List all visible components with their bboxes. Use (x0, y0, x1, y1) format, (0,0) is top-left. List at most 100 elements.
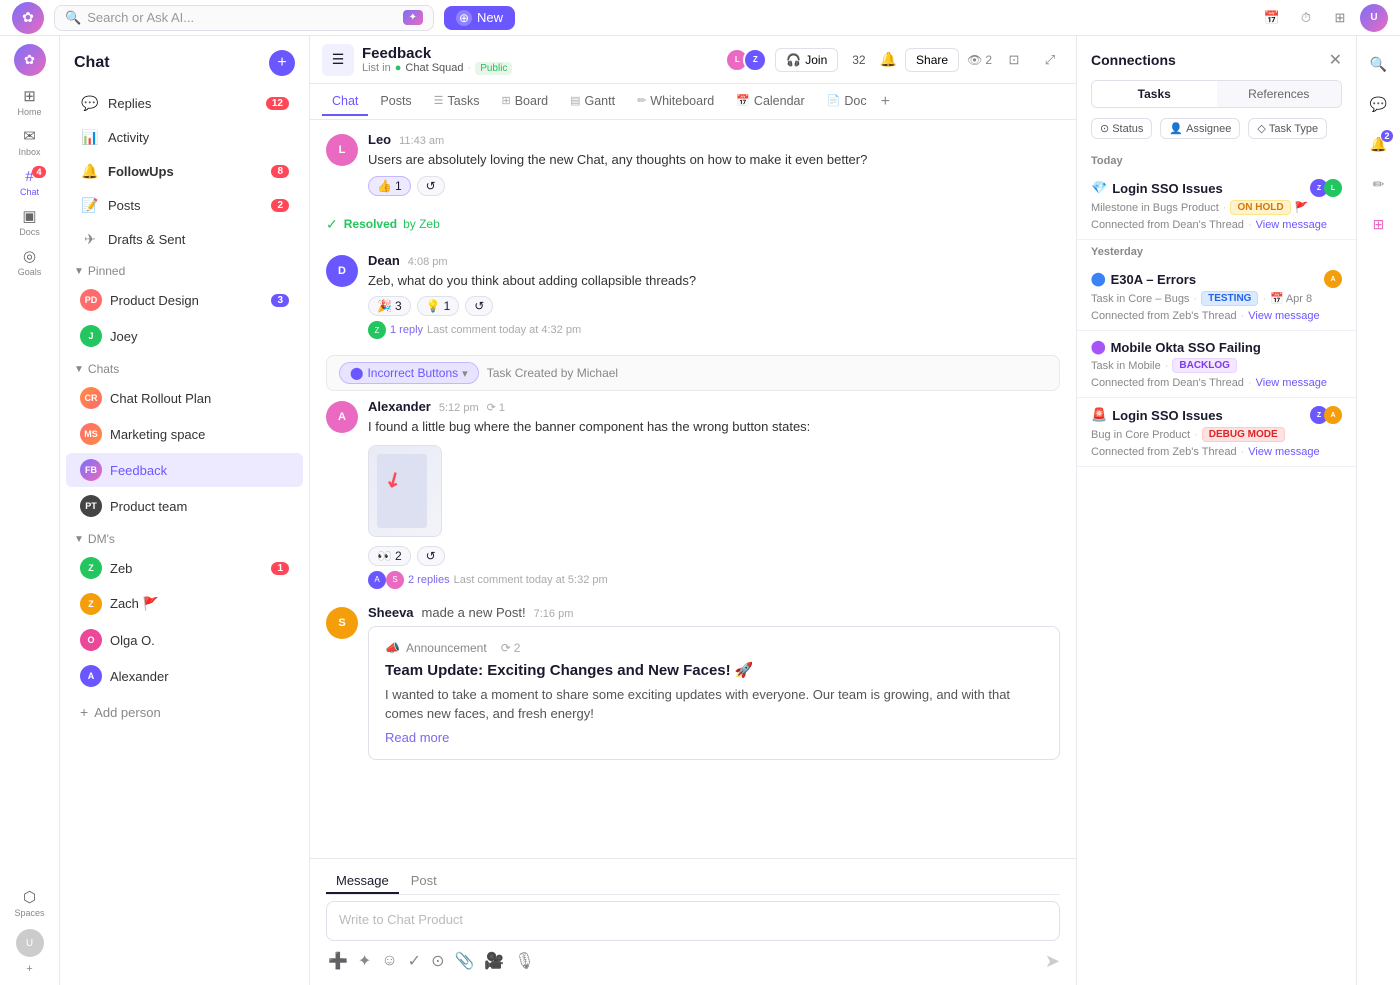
user-avatar[interactable]: U (1360, 4, 1388, 32)
tool-circle[interactable]: ⊙ (429, 949, 446, 973)
alexander-reply-info[interactable]: A S 2 replies Last comment today at 5:32… (368, 571, 1060, 589)
tab-doc[interactable]: 📄 Doc (817, 88, 877, 116)
tab-gantt[interactable]: ▤ Gantt (560, 88, 625, 116)
tab-calendar-label: Calendar (754, 94, 805, 108)
nav-home[interactable]: ⊞ Home (12, 84, 48, 120)
tool-add[interactable]: ➕ (326, 949, 350, 973)
squad-label[interactable]: Chat Squad (405, 62, 463, 74)
nav-docs[interactable]: ▣ Docs (12, 204, 48, 240)
tool-check[interactable]: ✓ (406, 949, 423, 973)
sidebar-item-followups[interactable]: 🔔 FollowUps 8 (66, 155, 303, 187)
tool-emoji[interactable]: ☺ (379, 950, 399, 972)
global-search[interactable]: 🔍 Search or Ask AI... ✦ (54, 5, 434, 31)
sidebar-item-replies[interactable]: 💬 Replies 12 (66, 87, 303, 119)
login-sso-2-view-msg[interactable]: View message (1248, 446, 1319, 458)
sidebar-item-marketing[interactable]: MS Marketing space (66, 417, 303, 451)
ai-button[interactable]: ✦ (403, 10, 423, 25)
sidebar-item-alexander[interactable]: A Alexander (66, 659, 303, 693)
message-input[interactable]: Write to Chat Product (326, 901, 1060, 941)
conn-item-login-sso-1: 💎 Login SSO Issues Z L Milestone in Bugs… (1077, 171, 1356, 240)
conn-tab-references[interactable]: References (1217, 81, 1342, 107)
conn-item-mobile-okta: ⬤ Mobile Okta SSO Failing Task in Mobile… (1077, 331, 1356, 398)
nav-spaces[interactable]: ⬡ Spaces (12, 885, 48, 921)
conn-tab-tasks[interactable]: Tasks (1092, 81, 1217, 107)
sidebar-item-chat-rollout[interactable]: CR Chat Rollout Plan (66, 381, 303, 415)
input-tab-message[interactable]: Message (326, 869, 399, 894)
sidebar-item-zeb[interactable]: Z Zeb 1 (66, 551, 303, 585)
tab-tasks[interactable]: ☰ Tasks (424, 88, 490, 116)
filter-task-type[interactable]: ◇ Task Type (1248, 118, 1327, 139)
layout-icon[interactable]: ⊡ (1000, 46, 1028, 74)
connections-close[interactable]: ✕ (1329, 50, 1342, 70)
sidebar-item-product-design[interactable]: PD Product Design 3 (66, 283, 303, 317)
input-tab-post[interactable]: Post (401, 869, 447, 894)
e30a-view-msg[interactable]: View message (1248, 310, 1319, 322)
tab-posts[interactable]: Posts (370, 88, 421, 116)
login-sso-1-view-msg[interactable]: View message (1256, 219, 1327, 231)
login-sso-2-avatars: Z A (1310, 406, 1342, 424)
sidebar-add-button[interactable]: + (269, 50, 295, 76)
reaction-sync[interactable]: ↺ (417, 176, 445, 196)
reaction-eyes[interactable]: 👀 2 (368, 546, 411, 566)
tool-ai[interactable]: ✦ (356, 949, 373, 973)
filter-assignee[interactable]: 👤 Assignee (1160, 118, 1240, 139)
reaction-thumbsup[interactable]: 👍 1 (368, 176, 411, 196)
tab-add-button[interactable]: + (881, 94, 890, 110)
nav-goals[interactable]: ◎ Goals (12, 244, 48, 280)
expand-icon[interactable]: ⤢ (1036, 46, 1064, 74)
tab-calendar[interactable]: 📅 Calendar (726, 88, 814, 116)
sidebar-item-olga[interactable]: O Olga O. (66, 623, 303, 657)
tab-whiteboard[interactable]: ✏ Whiteboard (627, 88, 724, 116)
right-grid-icon[interactable]: ⊞ (1363, 208, 1395, 240)
mobile-okta-view-msg[interactable]: View message (1256, 377, 1327, 389)
mobile-okta-sub-text: Task in Mobile (1091, 360, 1161, 372)
nav-chat[interactable]: # Chat 4 (12, 164, 48, 200)
user-profile-icon[interactable]: U (16, 929, 44, 957)
tool-video[interactable]: 🎥 (482, 949, 506, 973)
right-pencil-icon[interactable]: ✏ (1363, 168, 1395, 200)
right-bell-icon[interactable]: 🔔 2 (1363, 128, 1395, 160)
tab-gantt-label: Gantt (584, 94, 615, 108)
topbar-icon-3[interactable]: ⊞ (1326, 4, 1354, 32)
nav-inbox[interactable]: ✉ Inbox (12, 124, 48, 160)
chats-section-header[interactable]: ▼ Chats (60, 354, 309, 380)
bell-icon[interactable]: 🔔 (880, 51, 897, 68)
task-pill[interactable]: ⬤ Incorrect Buttons ▾ (339, 362, 479, 384)
sidebar-item-feedback[interactable]: FB Feedback (66, 453, 303, 487)
filter-status[interactable]: ⊙ Status (1091, 118, 1152, 139)
viewer-count: 2 (985, 53, 992, 67)
add-member-icon[interactable]: + (24, 961, 34, 977)
sidebar-item-activity[interactable]: 📊 Activity (66, 121, 303, 153)
join-button[interactable]: 🎧 Join (775, 48, 838, 72)
tool-mic[interactable]: 🎙 (512, 949, 536, 973)
reaction-sync3[interactable]: ↺ (417, 546, 445, 566)
topbar-icon-2[interactable]: ⏱ (1292, 4, 1320, 32)
leo-reactions: 👍 1 ↺ (368, 176, 1060, 196)
add-person-item[interactable]: + Add person (66, 698, 303, 726)
reaction-party[interactable]: 🎉 3 (368, 296, 411, 316)
sidebar-item-drafts[interactable]: ✈ Drafts & Sent (66, 223, 303, 255)
right-search-icon[interactable]: 🔍 (1363, 48, 1395, 80)
alexander-label: Alexander (110, 669, 289, 684)
sidebar-item-product-team[interactable]: PT Product team (66, 489, 303, 523)
input-tabs: Message Post (326, 869, 1060, 895)
sidebar-item-joey[interactable]: J Joey (66, 319, 303, 353)
sheeva-author: Sheeva (368, 605, 414, 620)
right-chat-icon[interactable]: 💬 (1363, 88, 1395, 120)
dms-section-header[interactable]: ▼ DM's (60, 524, 309, 550)
reaction-bulb[interactable]: 💡 1 (417, 296, 460, 316)
send-button[interactable]: ➤ (1045, 951, 1060, 972)
eye-icon: 👁 (967, 53, 982, 67)
dean-reply-info[interactable]: Z 1 reply Last comment today at 4:32 pm (368, 321, 1060, 339)
read-more-link[interactable]: Read more (385, 730, 449, 745)
new-button[interactable]: ⊕ New (444, 6, 515, 30)
sidebar-item-zach[interactable]: Z Zach 🚩 (66, 587, 303, 621)
tool-attach[interactable]: 📎 (452, 949, 476, 973)
share-button[interactable]: Share (905, 48, 959, 72)
tab-board[interactable]: ⊞ Board (492, 88, 559, 116)
reaction-sync2[interactable]: ↺ (465, 296, 493, 316)
topbar-icon-1[interactable]: 📅 (1258, 4, 1286, 32)
pinned-section-header[interactable]: ▼ Pinned (60, 256, 309, 282)
sidebar-item-posts[interactable]: 📝 Posts 2 (66, 189, 303, 221)
tab-chat[interactable]: Chat (322, 88, 368, 116)
